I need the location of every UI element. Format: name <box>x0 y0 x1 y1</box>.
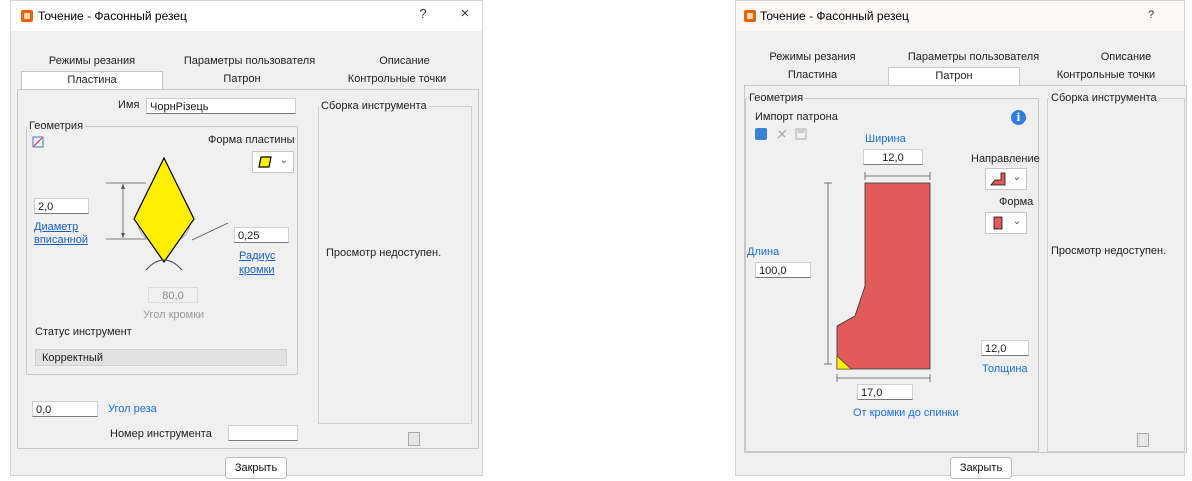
window-title: Точение - Фасонный резец <box>760 9 909 23</box>
tab-row-1: Режимы резания Параметры пользователя Оп… <box>17 53 477 70</box>
tab-insert[interactable]: Пластина <box>21 71 163 89</box>
edge-radius-input[interactable]: 0,25 <box>234 227 289 243</box>
tab-control-points[interactable]: Контрольные точки <box>317 71 477 88</box>
tab-user-params[interactable]: Параметры пользователя <box>886 49 1061 66</box>
tool-assembly-title: Сборка инструмента <box>319 100 429 112</box>
dialog-right: Точение - Фасонный резец ? Режимы резани… <box>735 0 1187 479</box>
tool-assembly-title: Сборка инструмента <box>1049 92 1159 104</box>
edge-radius-link-1[interactable]: Радиус <box>239 250 276 262</box>
close-button[interactable]: Закрыть <box>225 457 287 479</box>
edge-to-back-label: От кромки до спинки <box>853 407 959 419</box>
tool-number-input[interactable] <box>228 425 298 441</box>
tab-insert[interactable]: Пластина <box>740 67 885 84</box>
app-icon <box>21 10 33 22</box>
inscribed-diameter-input[interactable]: 2,0 <box>34 198 89 214</box>
edge-angle-label: Угол кромки <box>143 309 205 321</box>
length-label: Длина <box>747 246 780 258</box>
app-icon <box>744 10 756 22</box>
inscribed-diameter-link-1[interactable]: Диаметр <box>34 221 78 233</box>
tab-cutting-modes[interactable]: Режимы резания <box>740 49 885 66</box>
tab-holder[interactable]: Патрон <box>167 71 317 88</box>
cut-angle-label: Угол реза <box>108 403 157 415</box>
length-input[interactable]: 100,0 <box>755 262 811 278</box>
preview-unavailable-text: Просмотр недоступен. <box>1051 245 1167 257</box>
tool-number-label: Номер инструмента <box>110 428 212 440</box>
tool-assembly-group <box>1047 98 1185 452</box>
edge-radius-link-2[interactable]: кромки <box>239 264 275 276</box>
title-bar[interactable]: Точение - Фасонный резец ? <box>736 1 1184 31</box>
tool-status-value: Корректный <box>35 349 287 366</box>
tab-row-2: Пластина Патрон Контрольные точки <box>17 71 477 89</box>
edge-to-back-input[interactable]: 17,0 <box>857 384 913 400</box>
tool-assembly-group <box>318 106 472 424</box>
book-icon[interactable] <box>1137 433 1149 447</box>
edge-angle-input: 80,0 <box>148 287 198 303</box>
close-button[interactable]: Закрыть <box>950 457 1012 479</box>
tab-description[interactable]: Описание <box>1066 49 1186 66</box>
tab-user-params[interactable]: Параметры пользователя <box>167 53 332 70</box>
inscribed-diameter-link-2[interactable]: вписанной <box>34 234 88 246</box>
tab-cutting-modes[interactable]: Режимы резания <box>17 53 167 70</box>
window-title: Точение - Фасонный резец <box>38 9 187 23</box>
help-button[interactable]: ? <box>1141 9 1161 21</box>
tab-row-1: Режимы резания Параметры пользователя Оп… <box>736 49 1186 66</box>
help-button[interactable]: ? <box>413 6 433 21</box>
cut-angle-input[interactable]: 0,0 <box>32 401 98 417</box>
holder-geometry-drawing <box>824 172 931 382</box>
tab-holder[interactable]: Патрон <box>888 67 1020 85</box>
tab-description[interactable]: Описание <box>332 53 477 70</box>
tab-control-points[interactable]: Контрольные точки <box>1026 67 1186 84</box>
tab-row-2: Пластина Патрон Контрольные точки <box>736 67 1186 85</box>
thickness-input[interactable]: 12,0 <box>981 340 1029 356</box>
title-bar[interactable]: Точение - Фасонный резец ? × <box>11 1 482 31</box>
tab-panel: Геометрия Импорт патрона i Ширина 12,0 Н… <box>744 85 1187 453</box>
close-window-button[interactable]: × <box>455 5 475 22</box>
dialog-left: Точение - Фасонный резец ? × Режимы реза… <box>10 0 483 479</box>
preview-unavailable-text: Просмотр недоступен. <box>326 247 442 259</box>
tool-status-label: Статус инструмент <box>35 326 132 338</box>
book-icon[interactable] <box>408 432 420 446</box>
thickness-label: Толщина <box>982 363 1028 375</box>
tab-panel: Имя ЧорнРізець Геометрия Форма пластины … <box>17 89 479 449</box>
